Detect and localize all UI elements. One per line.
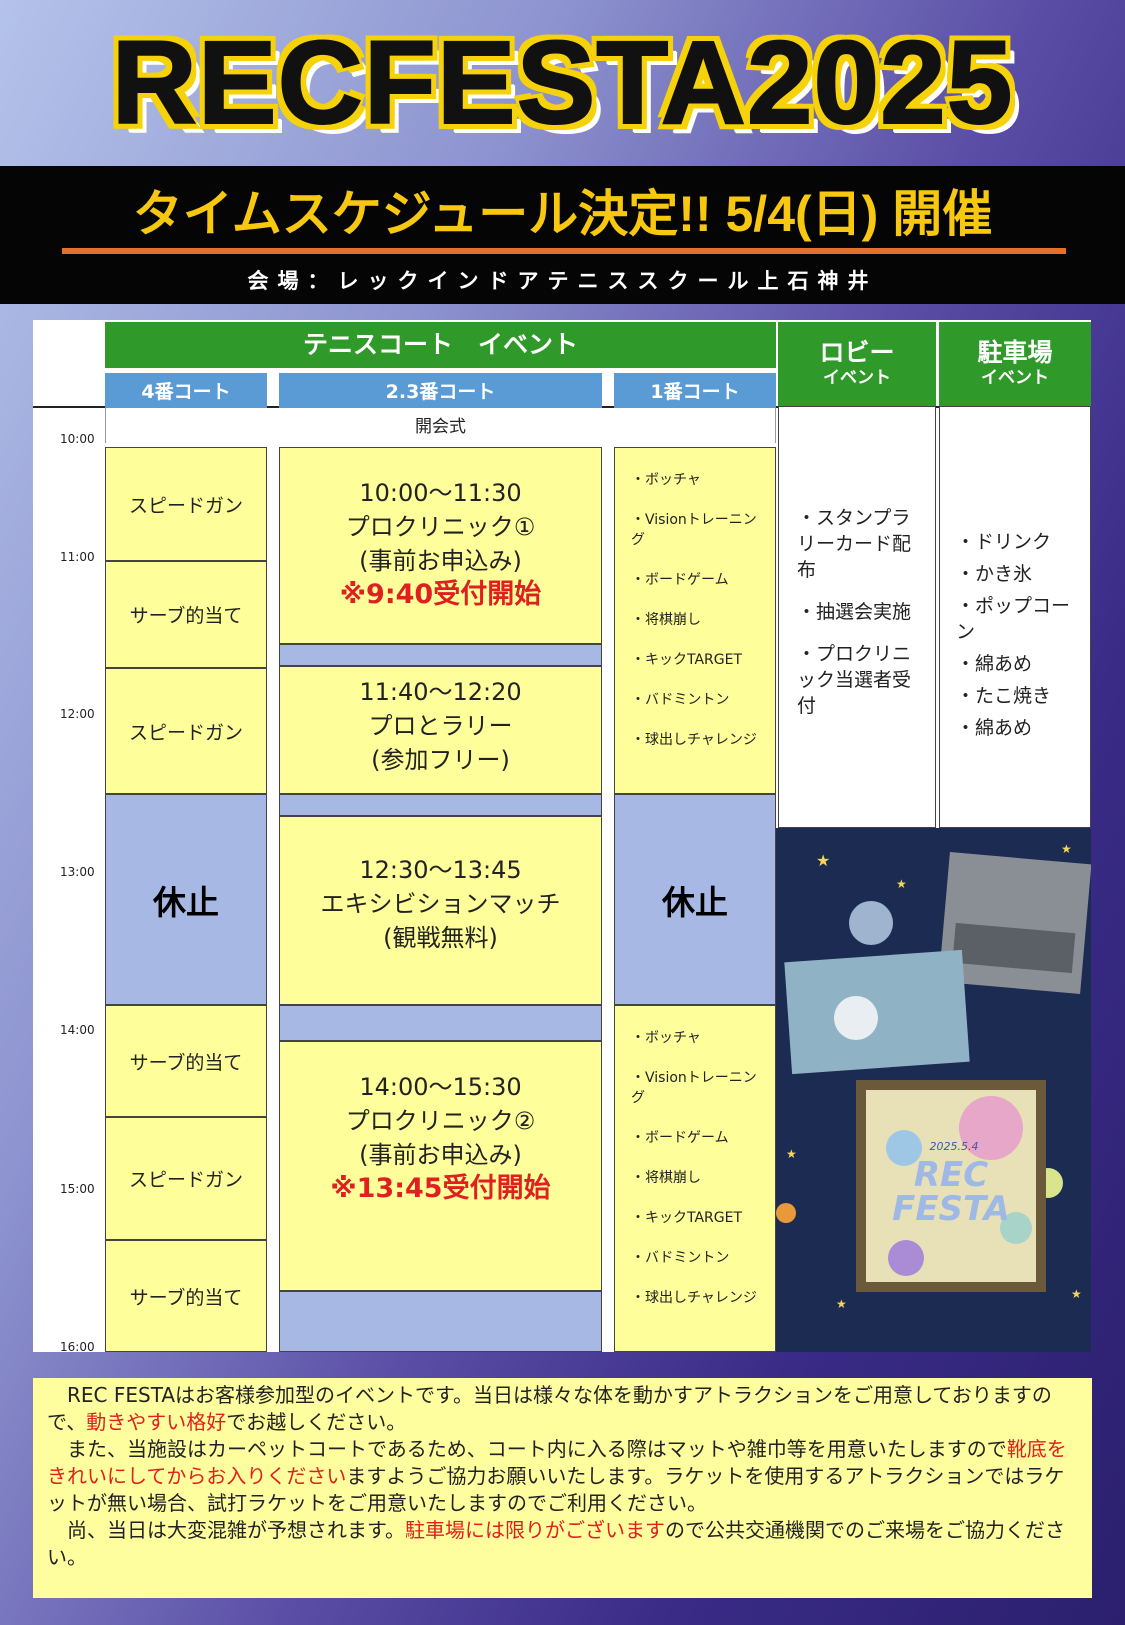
time-label: 15:00 xyxy=(60,1182,95,1196)
divider xyxy=(62,248,1066,254)
court4-slot: サーブ的当て xyxy=(105,1240,267,1352)
lobby-header: ロビー イベント xyxy=(778,322,936,406)
court1-activities-pm: ・ボッチャ ・Visionトレーニング ・ボードゲーム ・将棋崩し ・キックTARGE… xyxy=(614,1005,776,1352)
notice-paragraph: REC FESTAはお客様参加型のイベントです。当日は様々な体を動かすアトラクシ… xyxy=(47,1383,1052,1434)
court4-rest: 休止 xyxy=(105,794,267,1005)
court4-slot: サーブ的当て xyxy=(105,1005,267,1117)
notice-paragraph: また、当施設はカーペットコートであるため、コート内に入る際はマットや雑巾等を用意… xyxy=(47,1437,1067,1515)
svg-text:★: ★ xyxy=(896,877,907,891)
opening-ceremony: 開会式 xyxy=(105,408,776,443)
time-label: 12:00 xyxy=(60,707,95,721)
break-slot xyxy=(279,1291,602,1352)
notice-paragraph: 尚、当日は大変混雑が予想されます。駐車場には限りがございますので公共交通機関での… xyxy=(47,1518,1065,1569)
court4-slot: サーブ的当て xyxy=(105,561,267,668)
break-slot xyxy=(279,644,602,666)
poster-title: RECFESTA2025 xyxy=(111,16,1014,150)
parking-events: ・ドリンク ・かき氷 ・ポップコーン ・綿あめ ・たこ焼き ・綿あめ xyxy=(939,406,1091,828)
program-pro-rally: 11:40〜12:20 プロとラリー (参加フリー) xyxy=(279,666,602,794)
time-label: 13:00 xyxy=(60,865,95,879)
time-label: 16:00 xyxy=(60,1340,95,1354)
time-label: 14:00 xyxy=(60,1023,95,1037)
parking-header: 駐車場 イベント xyxy=(939,322,1091,406)
venue: 会場：レックインドアテニススクール上石神井 xyxy=(247,269,878,293)
tennis-court-header: テニスコート イベント xyxy=(105,322,776,368)
court1-activities-am: ・ボッチャ ・Visionトレーニング ・ボードゲーム ・将棋崩し ・キックTARGE… xyxy=(614,447,776,794)
program-pro-clinic-1: 10:00〜11:30 プロクリニック① (事前お申込み) ※9:40受付開始 xyxy=(279,447,602,644)
court-1-header: 1番コート xyxy=(614,373,776,411)
poster-logo: REC FESTA xyxy=(892,1155,1010,1229)
program-exhibition-match: 12:30〜13:45 エキシビションマッチ (観戦無料) xyxy=(279,816,602,1005)
court4-slot: スピードガン xyxy=(105,668,267,794)
subtitle: タイムスケジュール決定!! 5/4(日) 開催 xyxy=(132,186,993,242)
court-23-header: 2.3番コート xyxy=(279,373,602,411)
svg-text:★: ★ xyxy=(836,1297,847,1311)
court1-rest: 休止 xyxy=(614,794,776,1005)
break-slot xyxy=(279,794,602,816)
svg-text:★: ★ xyxy=(1071,1287,1082,1301)
svg-text:★: ★ xyxy=(816,851,830,870)
svg-text:★: ★ xyxy=(1061,842,1072,856)
poster-date: 2025.5.4 xyxy=(929,1140,979,1153)
court-4-header: 4番コート xyxy=(105,373,267,411)
break-slot xyxy=(279,1005,602,1041)
court4-slot: スピードガン xyxy=(105,1117,267,1240)
program-pro-clinic-2: 14:00〜15:30 プロクリニック② (事前お申込み) ※13:45受付開始 xyxy=(279,1041,602,1291)
court4-slot: スピードガン xyxy=(105,447,267,561)
time-label: 11:00 xyxy=(60,550,95,564)
notice-box: REC FESTAはお客様参加型のイベントです。当日は様々な体を動かすアトラクシ… xyxy=(33,1378,1092,1598)
svg-text:★: ★ xyxy=(786,1147,797,1161)
photo-collage: ★★ ★★ ★★ ★★ 2025.5.4 RECFESTA xyxy=(776,828,1091,1352)
lobby-events: ・スタンプラリーカード配布 ・抽選会実施 ・プロクリニック当選者受付 xyxy=(778,406,936,828)
time-label: 10:00 xyxy=(60,432,95,446)
